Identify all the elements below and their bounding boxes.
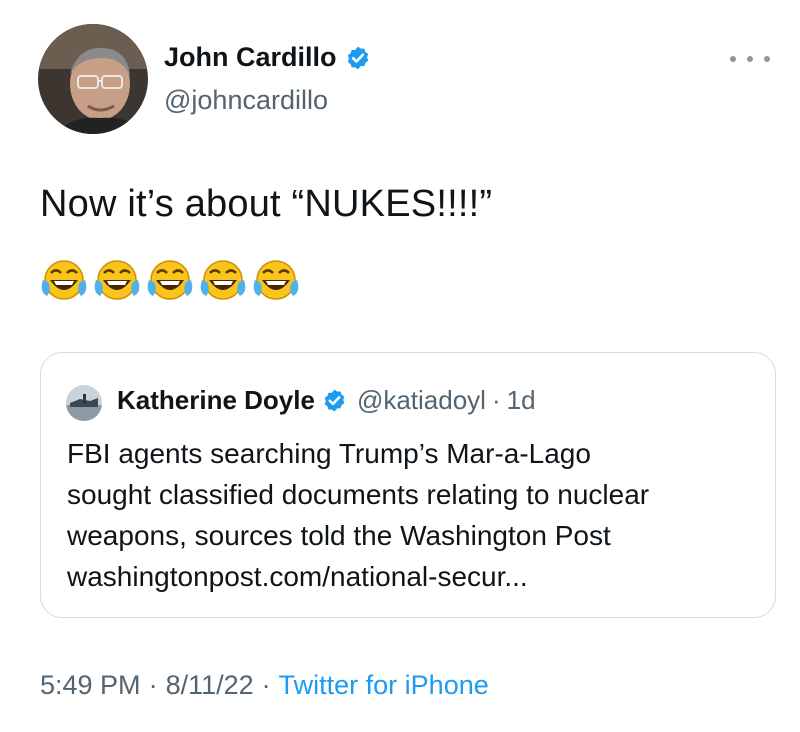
tweet-time[interactable]: 5:49 PM: [40, 670, 141, 701]
tweet-date[interactable]: 8/11/22: [166, 670, 254, 701]
tweet-source-link[interactable]: Twitter for iPhone: [279, 670, 489, 701]
tweet-text: Now it’s about “NUKES!!!!”: [40, 183, 493, 225]
quoted-tweet-header: Katherine Doyle @katiadoyl · 1d: [117, 385, 536, 416]
face-with-tears-of-joy-emoji: [200, 260, 246, 300]
quoted-text-line: sought classified documents relating to …: [67, 479, 650, 510]
quoted-author-name[interactable]: Katherine Doyle: [117, 385, 315, 416]
verified-badge-icon: [324, 389, 345, 412]
quoted-author-avatar[interactable]: [66, 385, 102, 421]
author-handle[interactable]: @johncardillo: [164, 85, 328, 116]
face-with-tears-of-joy-emoji: [147, 260, 193, 300]
quoted-text-line: weapons, sources told the Washington Pos…: [67, 520, 611, 551]
quoted-author-handle[interactable]: @katiadoyl: [357, 385, 486, 416]
quoted-author-avatar-image: [66, 385, 102, 421]
emoji-row: [40, 258, 300, 304]
quoted-text-line: FBI agents searching Trump’s Mar-a-Lago: [67, 438, 591, 469]
metadata-separator: ·: [261, 670, 271, 700]
metadata-separator: ·: [148, 670, 158, 700]
verified-badge-icon: [347, 46, 368, 69]
quoted-tweet-text: FBI agents searching Trump’s Mar-a-Lago …: [67, 433, 757, 597]
quoted-timestamp[interactable]: 1d: [507, 385, 536, 416]
quoted-tweet-card[interactable]: Katherine Doyle @katiadoyl · 1d FBI agen…: [40, 352, 776, 618]
author-avatar-image: [38, 24, 148, 134]
quoted-text-link[interactable]: washingtonpost.com/national-secur...: [67, 556, 757, 597]
face-with-tears-of-joy-emoji: [253, 260, 299, 300]
face-with-tears-of-joy-emoji: [94, 260, 140, 300]
author-name[interactable]: John Cardillo: [164, 42, 337, 73]
author-name-row[interactable]: John Cardillo: [164, 42, 371, 73]
face-with-tears-of-joy-emoji: [41, 260, 87, 300]
more-options-icon[interactable]: [730, 47, 770, 71]
quoted-separator: ·: [491, 385, 501, 415]
tweet-metadata: 5:49 PM · 8/11/22 · Twitter for iPhone: [40, 670, 489, 701]
author-avatar[interactable]: [38, 24, 148, 134]
